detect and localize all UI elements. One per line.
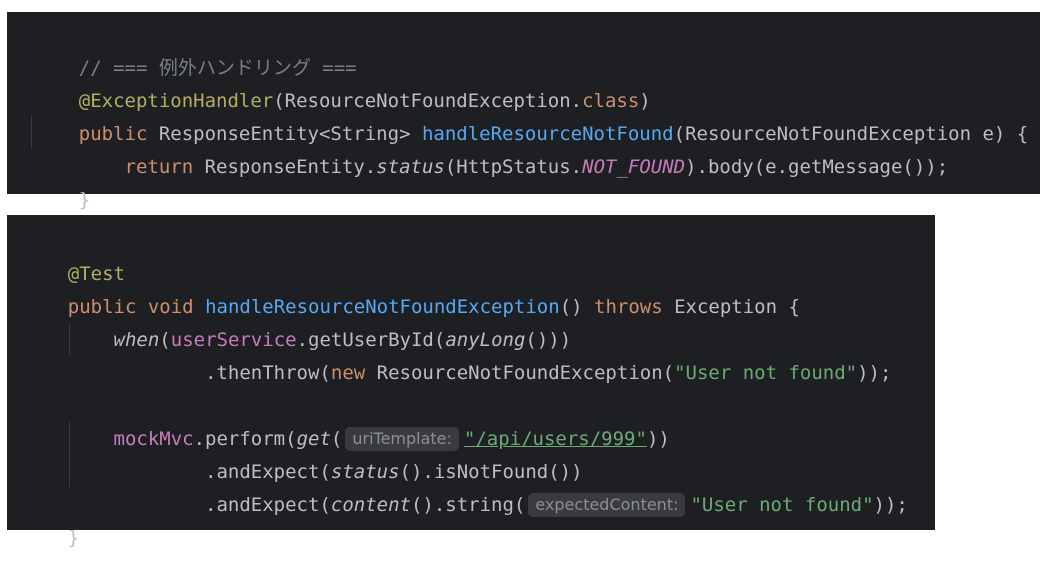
- closing-brace: }: [78, 189, 91, 211]
- code-line-9[interactable]: }: [22, 489, 79, 549]
- code-line-1[interactable]: @Test: [22, 225, 125, 285]
- code-text: ResourceNotFoundException(: [365, 362, 675, 384]
- code-text: ));: [873, 494, 908, 516]
- string-literal: "User not found": [690, 494, 874, 516]
- code-line-2[interactable]: @ExceptionHandler(ResourceNotFoundExcept…: [33, 52, 651, 112]
- string-literal: "User not found": [674, 362, 858, 384]
- code-text: ().string(: [410, 494, 526, 516]
- code-editor-panel-test[interactable]: @Test public void handleResourceNotFound…: [7, 215, 935, 549]
- code-text: Exception {: [662, 296, 800, 318]
- parameter-hint: expectedContent:: [528, 493, 686, 517]
- closing-brace: }: [67, 527, 80, 549]
- constant: NOT_FOUND: [582, 156, 686, 178]
- code-line-8[interactable]: .andExpect(content().string(expectedCont…: [22, 456, 908, 517]
- static-method: content: [330, 494, 411, 516]
- code-line-2[interactable]: public void handleResourceNotFoundExcept…: [22, 258, 800, 318]
- keyword: return: [124, 156, 194, 178]
- code-text: ).body(e.getMessage());: [685, 156, 949, 178]
- static-method: status: [376, 156, 445, 178]
- keyword: throws: [594, 296, 663, 318]
- code-line-5[interactable]: }: [33, 151, 90, 211]
- code-editor-panel-exception-handler[interactable]: // === 例外ハンドリング === @ExceptionHandler(Re…: [7, 12, 1040, 211]
- code-line-4[interactable]: .thenThrow(new ResourceNotFoundException…: [22, 324, 891, 384]
- code-line-3[interactable]: public ResponseEntity<String> handleReso…: [33, 85, 1028, 145]
- code-text: ResponseEntity.: [193, 156, 377, 178]
- code-line-3[interactable]: when(userService.getUserById(anyLong())): [22, 291, 572, 351]
- code-text: .thenThrow(: [205, 362, 331, 384]
- indent-guide: [31, 116, 32, 148]
- code-text: (HttpStatus.: [444, 156, 583, 178]
- code-text: .andExpect(: [205, 494, 331, 516]
- keyword: new: [330, 362, 366, 384]
- code-text: )): [646, 428, 670, 450]
- code-line-4[interactable]: return ResponseEntity.status(HttpStatus.…: [33, 118, 949, 178]
- code-line-7[interactable]: .andExpect(status().isNotFound()): [22, 423, 583, 483]
- code-line-6[interactable]: mockMvc.perform(get(uriTemplate: "/api/us…: [22, 390, 670, 451]
- code-text: ));: [857, 362, 892, 384]
- code-line-1[interactable]: // === 例外ハンドリング ===: [33, 19, 357, 79]
